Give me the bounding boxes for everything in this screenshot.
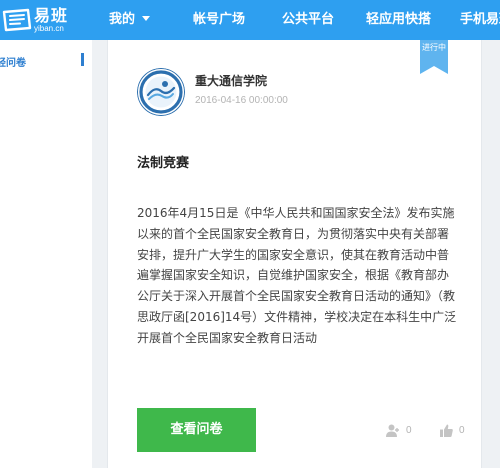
participants-stat: 0 xyxy=(386,422,412,438)
logo-subtitle: yiban.cn xyxy=(34,24,64,33)
sidebar-item-questionnaire[interactable]: 轻问卷 xyxy=(0,52,92,70)
avatar[interactable] xyxy=(137,68,185,116)
publish-date: 2016-04-16 00:00:00 xyxy=(195,95,288,106)
yiban-logo-icon xyxy=(2,8,32,32)
chevron-down-icon xyxy=(142,16,151,21)
view-questionnaire-button[interactable]: 查看问卷 xyxy=(137,408,256,452)
nav-account-square[interactable]: 帐号广场 xyxy=(193,0,245,40)
logo-title: 易班 xyxy=(34,6,69,25)
nav-public-platform[interactable]: 公共平台 xyxy=(282,0,334,40)
questionnaire-description: 2016年4月15日是《中华人民共和国国家安全法》发布实施以来的首个全民国家安全… xyxy=(137,206,457,345)
questionnaire-card: 进行中 重大通信学院 2016-04-16 00:00:00 法制竞赛 2016… xyxy=(107,40,482,468)
sidebar: 轻问卷 xyxy=(0,40,92,468)
participants-count: 0 xyxy=(406,424,412,436)
top-nav-bar: 易班 yiban.cn 我的 帐号广场 公共平台 轻应用快搭 手机易班 xyxy=(0,0,500,40)
org-name[interactable]: 重大通信学院 xyxy=(195,72,267,89)
nav-my-label: 我的 xyxy=(109,12,136,27)
nav-light-app-builder[interactable]: 轻应用快搭 xyxy=(366,0,431,40)
sidebar-item-label: 轻问卷 xyxy=(0,58,26,69)
sidebar-active-marker xyxy=(81,53,84,66)
nav-mobile-yiban[interactable]: 手机易班 xyxy=(460,0,500,40)
nav-my-menu[interactable]: 我的 xyxy=(109,0,151,40)
likes-count: 0 xyxy=(459,424,465,436)
thumbs-up-icon xyxy=(440,424,453,437)
likes-stat[interactable]: 0 xyxy=(440,422,465,438)
status-ribbon: 进行中 xyxy=(420,40,448,74)
status-ribbon-label: 进行中 xyxy=(422,43,446,52)
yiban-logo[interactable]: 易班 yiban.cn xyxy=(2,5,74,35)
user-icon xyxy=(386,424,399,437)
questionnaire-title: 法制竞赛 xyxy=(137,156,190,171)
